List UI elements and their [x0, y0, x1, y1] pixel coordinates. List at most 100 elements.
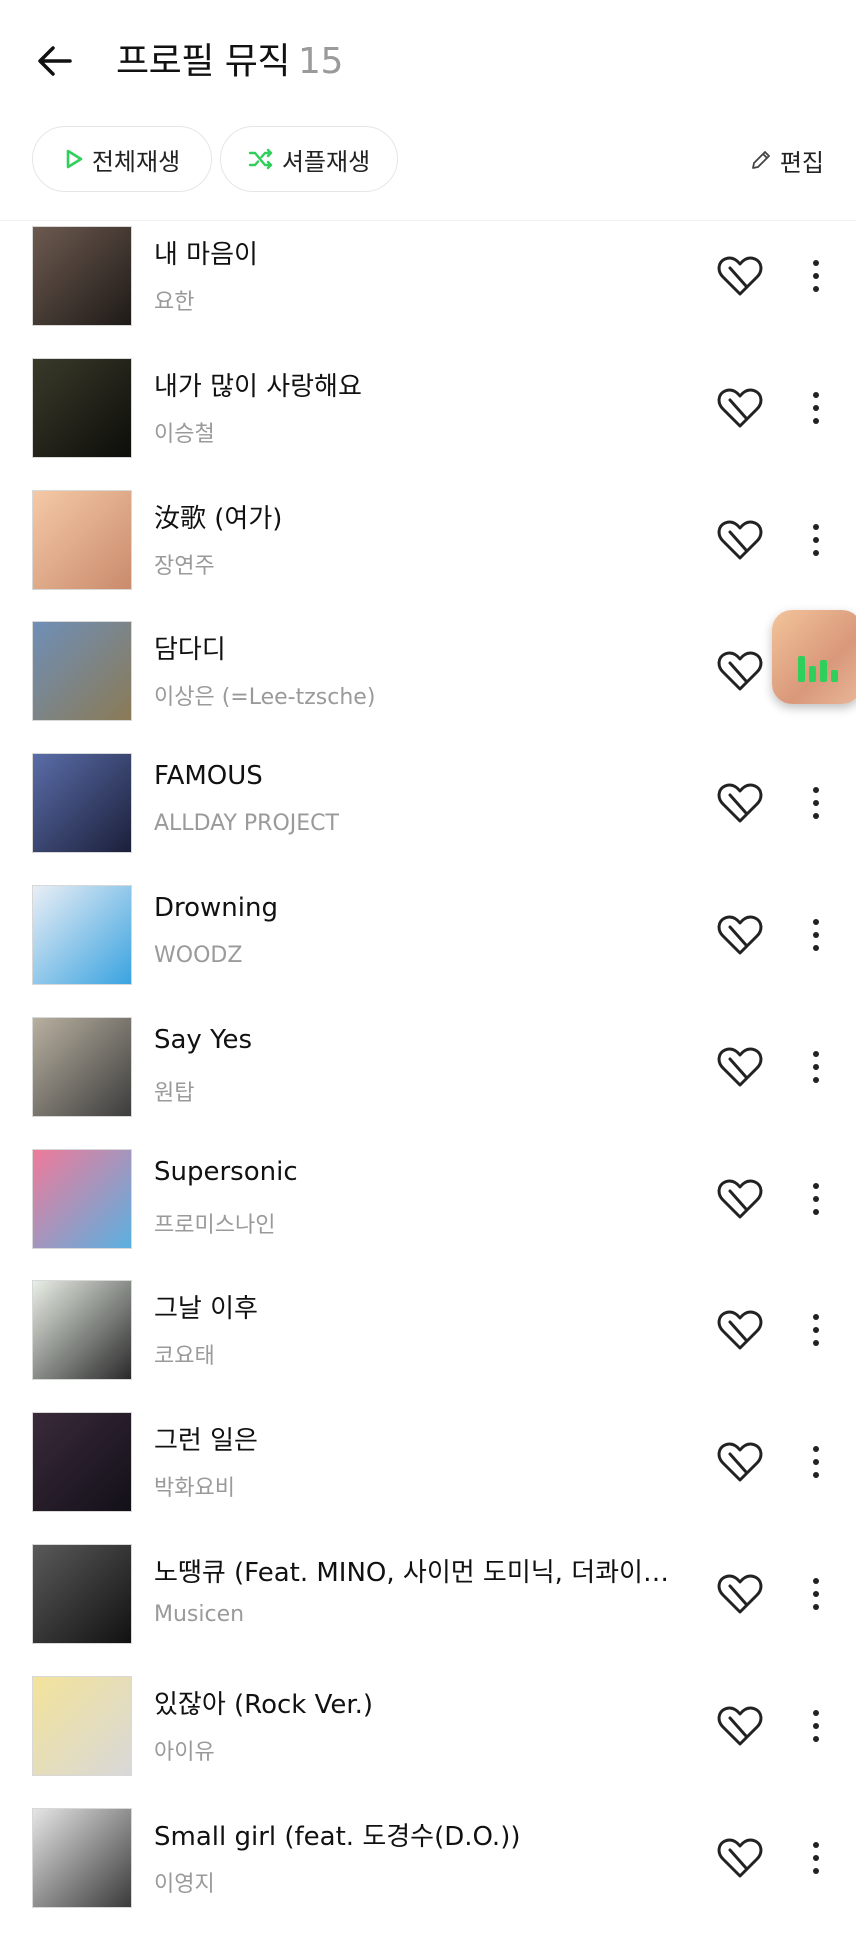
song-row[interactable]: 그날 이후 코요태 — [0, 1278, 856, 1410]
album-art[interactable] — [32, 621, 132, 722]
album-art[interactable] — [32, 489, 132, 590]
song-title: 담다디 — [154, 635, 226, 666]
song-artist: 이영지 — [154, 1871, 215, 1897]
album-art[interactable] — [32, 753, 132, 854]
like-button[interactable] — [716, 1045, 766, 1089]
album-art[interactable] — [32, 1543, 132, 1644]
like-button[interactable] — [716, 1308, 766, 1352]
dot — [813, 1722, 819, 1729]
heart-icon — [717, 1574, 763, 1614]
dot — [813, 536, 819, 543]
song-row[interactable]: FAMOUS ALLDAY PROJECT — [0, 751, 856, 883]
dot — [813, 273, 819, 279]
more-options-button[interactable] — [800, 1175, 832, 1223]
song-row[interactable]: 汝歌 (여가) 장연주 — [0, 488, 856, 620]
dot — [813, 1314, 819, 1321]
more-options-button[interactable] — [800, 1570, 832, 1618]
song-artist: 요한 — [154, 290, 195, 315]
song-row[interactable]: 노땡큐 (Feat. MINO, 사이먼 도미닉, 더콰이엇)... Musice… — [0, 1542, 856, 1674]
song-row[interactable]: 내 마음이 요한 — [0, 224, 856, 356]
dot — [813, 260, 819, 266]
heart-icon — [717, 783, 763, 823]
like-button[interactable] — [716, 649, 766, 693]
heart-icon — [717, 520, 763, 560]
album-art[interactable] — [32, 1280, 132, 1381]
song-title: FAMOUS — [154, 761, 263, 792]
like-button[interactable] — [716, 913, 766, 957]
song-row[interactable]: 그런 일은박화요비 — [0, 1410, 856, 1542]
dot — [813, 1709, 819, 1716]
edit-button[interactable]: 편집 — [750, 140, 824, 180]
song-artist: 이승철 — [154, 421, 215, 447]
dot — [813, 944, 819, 951]
more-options-button[interactable] — [800, 1834, 832, 1882]
back-button[interactable] — [30, 36, 80, 86]
heart-icon — [717, 388, 763, 428]
album-art[interactable] — [32, 1675, 132, 1776]
shuffle-label: 셔플재생 — [281, 147, 371, 176]
song-title: 노땡큐 (Feat. MINO, 사이먼 도미닉, 더콰이엇)... — [154, 1557, 674, 1588]
dot — [813, 286, 819, 292]
dot — [813, 1050, 819, 1057]
song-title: 汝歌 (여가) — [154, 503, 283, 534]
like-button[interactable] — [716, 1440, 766, 1484]
more-options-button[interactable] — [800, 779, 832, 827]
song-artist: 이상은 (=Lee-tzsche) — [154, 685, 376, 711]
more-options-button[interactable] — [800, 1043, 832, 1091]
album-art[interactable] — [32, 1148, 132, 1249]
song-artist: 원탑 — [154, 1080, 195, 1106]
more-options-button[interactable] — [800, 516, 832, 564]
like-button[interactable] — [716, 781, 766, 825]
song-row[interactable]: Drowning WOODZ — [0, 883, 856, 1015]
album-art[interactable] — [32, 1412, 132, 1513]
like-button[interactable] — [716, 1836, 766, 1880]
dot — [813, 813, 819, 820]
album-art[interactable] — [32, 884, 132, 985]
dot — [813, 1340, 819, 1347]
song-row[interactable]: Supersonic 프로미스나인 — [0, 1147, 856, 1279]
like-button[interactable] — [716, 518, 766, 562]
like-button[interactable] — [716, 1704, 766, 1748]
dot — [813, 931, 819, 938]
song-row[interactable]: 내가 많이 사랑해요 이승철 — [0, 356, 856, 488]
dot — [813, 1182, 819, 1189]
dot — [813, 1327, 819, 1334]
like-button[interactable] — [716, 254, 766, 298]
album-art[interactable] — [32, 357, 132, 458]
like-button[interactable] — [716, 386, 766, 430]
more-options-button[interactable] — [800, 1306, 832, 1354]
like-button[interactable] — [716, 1572, 766, 1616]
song-artist: ALLDAY PROJECT — [154, 811, 339, 837]
shuffle-icon — [248, 148, 273, 170]
edit-label: 편집 — [779, 148, 824, 177]
dot — [813, 1735, 819, 1742]
song-title: 있잖아 (Rock Ver.) — [154, 1689, 374, 1720]
album-art[interactable] — [32, 1016, 132, 1117]
more-options-button[interactable] — [800, 384, 832, 432]
song-row[interactable]: Say Yes 원탑 — [0, 1015, 856, 1147]
song-title: 그런 일은 — [154, 1426, 258, 1457]
mini-player[interactable] — [772, 610, 856, 704]
dot — [813, 1459, 819, 1466]
dot — [813, 523, 819, 530]
song-row[interactable]: 있잖아 (Rock Ver.) 아이유 — [0, 1674, 856, 1806]
dot — [813, 391, 819, 398]
more-options-button[interactable] — [800, 252, 832, 300]
album-art[interactable] — [32, 226, 132, 326]
album-art[interactable] — [32, 1807, 132, 1908]
dot — [813, 404, 819, 411]
song-artist: WOODZ — [154, 942, 243, 968]
play-all-button[interactable]: 전체재생 — [32, 126, 212, 192]
song-row[interactable]: Small girl (feat. 도경수(D.O.)) 이영지 — [0, 1806, 856, 1937]
like-button[interactable] — [716, 1177, 766, 1221]
shuffle-button[interactable]: 셔플재생 — [220, 126, 398, 192]
more-options-button[interactable] — [800, 1438, 832, 1486]
song-row[interactable]: 담다디이상은 (=Lee-tzsche) — [0, 619, 856, 751]
heart-icon — [717, 1706, 763, 1746]
dot — [813, 1195, 819, 1202]
more-options-button[interactable] — [800, 911, 832, 959]
more-options-button[interactable] — [800, 1702, 832, 1750]
song-artist: 박화요비 — [154, 1476, 235, 1502]
divider — [0, 220, 856, 221]
page-title-text: 프로필 뮤직 — [116, 41, 291, 82]
